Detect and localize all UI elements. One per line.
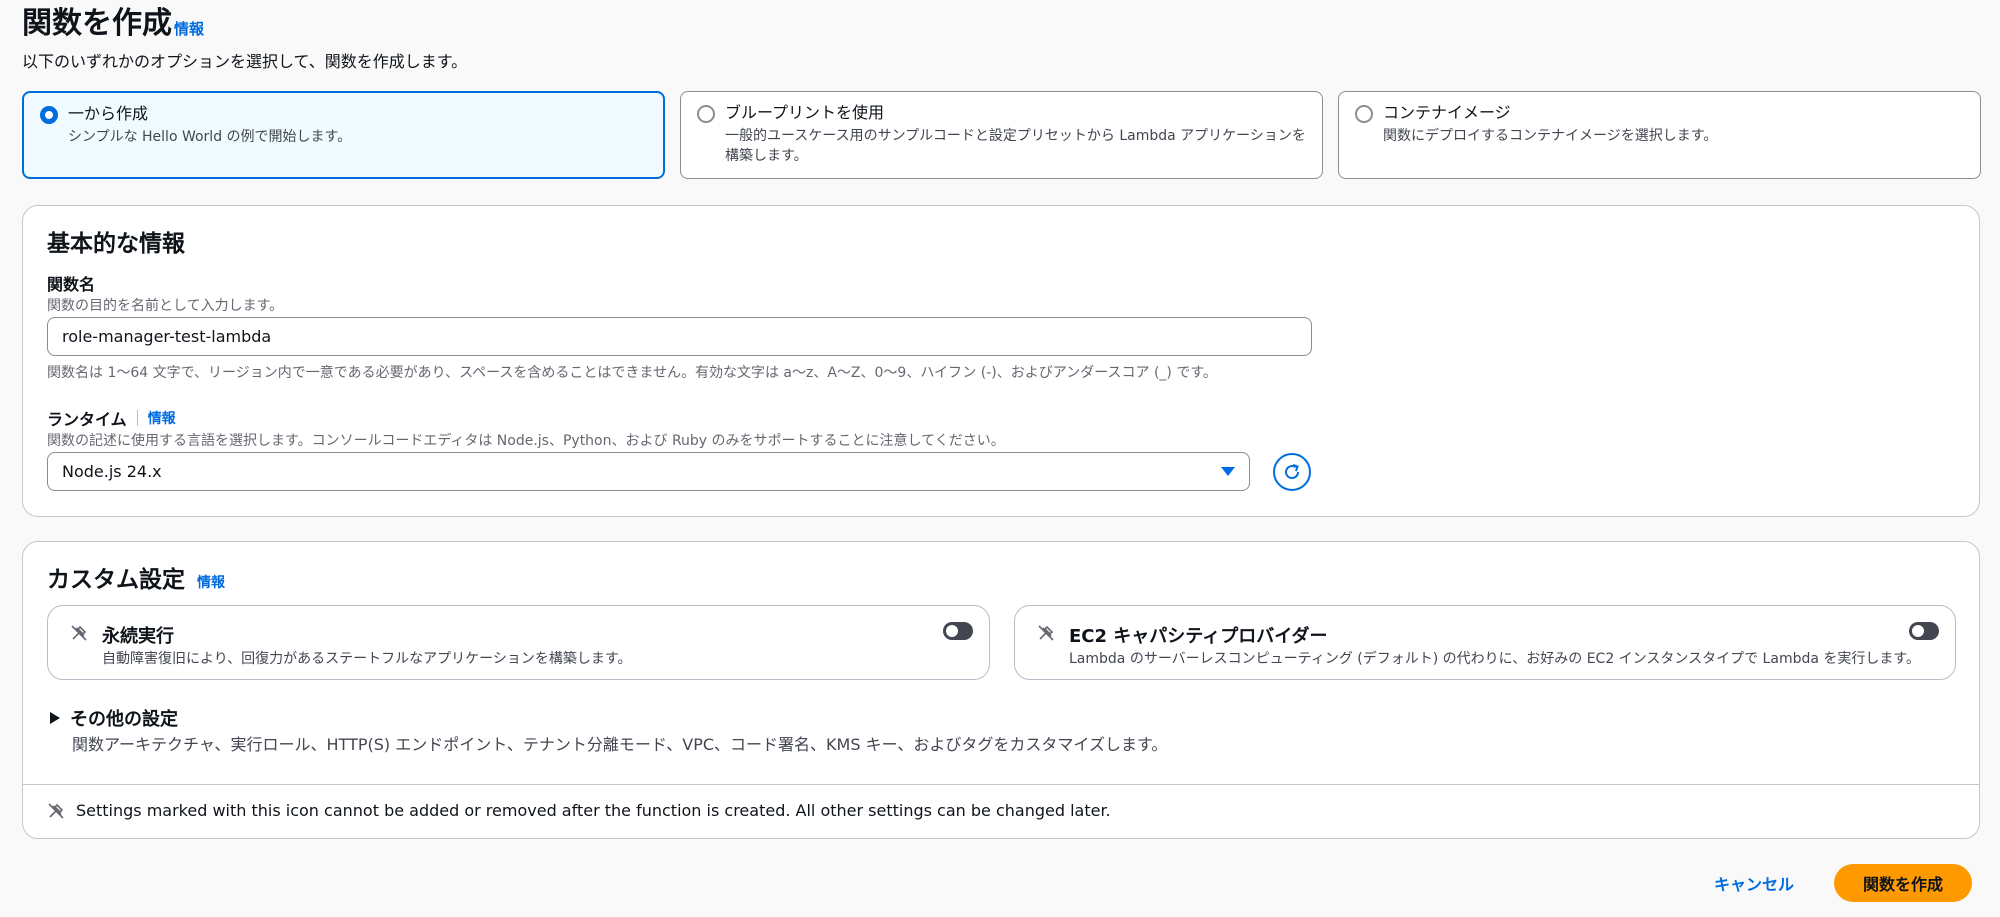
basic-info-heading: 基本的な情報	[47, 231, 185, 257]
option-title: コンテナイメージ	[1383, 103, 1511, 122]
radio-author-from-scratch[interactable]	[40, 106, 58, 124]
locked-setting-icon	[1038, 625, 1054, 641]
durable-execution-title: 永続実行	[102, 626, 174, 647]
option-description: 一般的ユースケース用のサンプルコードと設定プリセットから Lambda アプリケ…	[725, 128, 1306, 164]
custom-info-link[interactable]: 情報	[197, 572, 225, 592]
option-title: 一から作成	[68, 104, 149, 123]
custom-settings-panel: カスタム設定 情報	[22, 541, 1980, 839]
settings-footnote: Settings marked with this icon cannot be…	[76, 801, 1111, 820]
refresh-button[interactable]	[1273, 453, 1311, 491]
title-info-link[interactable]: 情報	[174, 18, 204, 39]
runtime-value: Node.js 24.x	[62, 462, 162, 481]
durable-execution-desc: 自動障害復旧により、回復力があるステートフルなアプリケーションを構築します。	[102, 651, 632, 667]
custom-heading-row: カスタム設定 情報	[47, 560, 225, 594]
function-name-constraint: 関数名は 1〜64 文字で、リージョン内で一意である必要があり、スペースを含める…	[47, 365, 1217, 381]
runtime-label-row: ランタイム 情報	[47, 406, 176, 430]
option-use-blueprint[interactable]: ブループリントを使用 一般的ユースケース用のサンプルコードと設定プリセットから …	[680, 91, 1323, 179]
create-function-button[interactable]: 関数を作成	[1834, 864, 1972, 902]
option-container-image[interactable]: コンテナイメージ 関数にデプロイするコンテナイメージを選択します。	[1338, 91, 1981, 179]
page-description: 以下のいずれかのオプションを選択して、関数を作成します。	[22, 52, 468, 71]
label-divider	[136, 410, 138, 426]
locked-setting-icon	[71, 625, 87, 641]
radio-container-image[interactable]	[1355, 105, 1373, 123]
radio-use-blueprint[interactable]	[697, 105, 715, 123]
panel-divider	[23, 784, 1979, 785]
option-description: シンプルな Hello World の例で開始します。	[68, 129, 352, 145]
runtime-label: ランタイム	[47, 410, 127, 429]
other-settings-title: その他の設定	[70, 709, 178, 730]
refresh-icon	[1285, 464, 1300, 480]
cancel-button[interactable]: キャンセル	[1698, 864, 1810, 902]
option-title: ブループリントを使用	[725, 103, 885, 122]
function-name-label: 関数名	[47, 275, 96, 294]
ec2-capacity-provider-tile: EC2 キャパシティプロバイダー Lambda のサーバーレスコンピューティング…	[1014, 605, 1956, 680]
runtime-info-link[interactable]: 情報	[148, 408, 176, 428]
caret-right-icon	[50, 712, 60, 724]
other-settings-expander[interactable]: その他の設定	[50, 705, 178, 731]
locked-setting-icon	[48, 803, 64, 819]
basic-info-panel: 基本的な情報 関数名 関数の目的を名前として入力します。 role-manage…	[22, 205, 1980, 517]
other-settings-desc: 関数アーキテクチャ、実行ロール、HTTP(S) エンドポイント、テナント分離モー…	[72, 735, 1168, 754]
function-name-input[interactable]: role-manager-test-lambda	[47, 317, 1312, 356]
ec2-capacity-provider-toggle[interactable]	[1909, 622, 1939, 640]
durable-execution-toggle[interactable]	[943, 622, 973, 640]
page-title: 関数を作成	[22, 6, 172, 41]
ec2-capacity-provider-desc: Lambda のサーバーレスコンピューティング (デフォルト) の代わりに、お好…	[1069, 651, 1920, 667]
durable-execution-tile: 永続実行 自動障害復旧により、回復力があるステートフルなアプリケーションを構築し…	[47, 605, 990, 680]
custom-settings-heading: カスタム設定	[47, 567, 185, 593]
caret-down-icon	[1221, 466, 1235, 476]
option-author-from-scratch[interactable]: 一から作成 シンプルな Hello World の例で開始します。	[22, 91, 665, 179]
runtime-select[interactable]: Node.js 24.x	[47, 452, 1250, 491]
function-name-value: role-manager-test-lambda	[62, 327, 272, 346]
option-description: 関数にデプロイするコンテナイメージを選択します。	[1383, 128, 1718, 144]
runtime-hint: 関数の記述に使用する言語を選択します。コンソールコードエディタは Node.js…	[47, 433, 1005, 449]
ec2-capacity-provider-title: EC2 キャパシティプロバイダー	[1069, 626, 1328, 647]
function-name-hint: 関数の目的を名前として入力します。	[47, 298, 284, 314]
